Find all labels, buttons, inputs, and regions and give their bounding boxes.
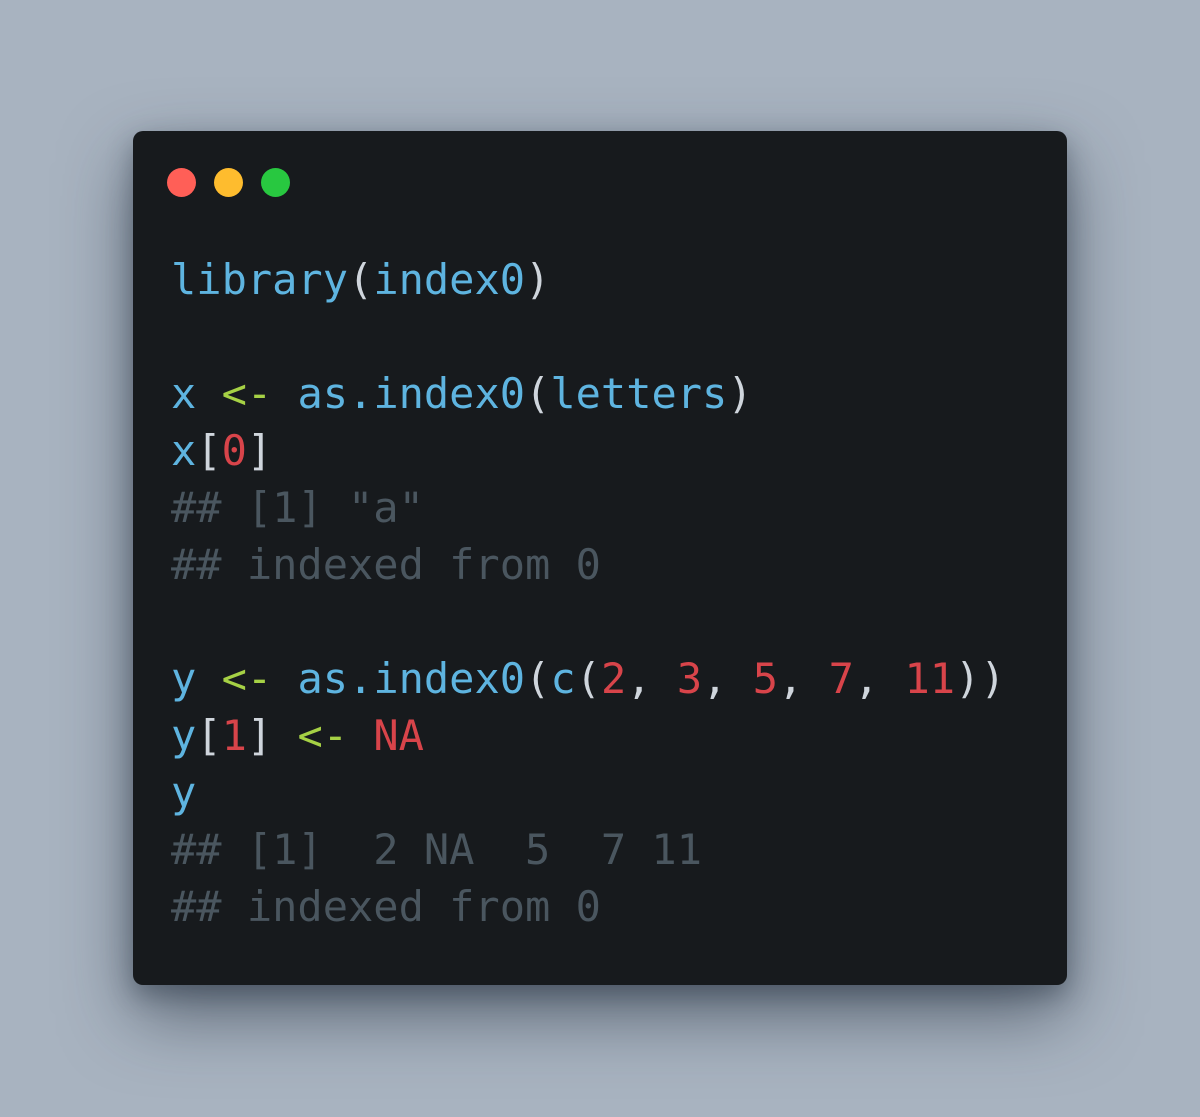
code-token-function: y	[171, 711, 197, 760]
code-line: library(index0)	[171, 251, 1006, 308]
code-line: ## [1] 2 NA 5 7 11	[171, 821, 1006, 878]
code-token-number: 0	[221, 426, 247, 475]
code-token-punctuation: ,	[853, 654, 905, 703]
close-button[interactable]	[167, 168, 196, 197]
code-token-number: 5	[752, 654, 778, 703]
code-token-punctuation: [	[196, 711, 222, 760]
window-controls	[167, 168, 290, 197]
code-line: x[0]	[171, 422, 1006, 479]
code-token-punctuation	[348, 711, 373, 760]
code-token-number: 2	[600, 654, 627, 703]
code-token-function: y	[171, 654, 197, 703]
code-line: y	[171, 764, 1006, 821]
code-token-number: NA	[373, 711, 424, 760]
code-token-punctuation: )	[727, 369, 753, 418]
code-token-comment: ## [1] "a"	[171, 483, 424, 532]
code-token-punctuation: ]	[246, 711, 273, 760]
code-token-number: 3	[676, 654, 703, 703]
code-token-comment: ## [1] 2 NA 5 7 11	[171, 825, 703, 874]
code-token-operator: <-	[221, 369, 273, 418]
code-token-comment: ## indexed from 0	[171, 882, 601, 931]
code-token-function: index0	[373, 255, 526, 304]
code-token-punctuation	[272, 369, 297, 418]
code-block: library(index0) x <- as.index0(letters) x[…	[171, 251, 1006, 935]
code-line: y <- as.index0(c(2, 3, 5, 7, 11))	[171, 650, 1006, 707]
code-line: x <- as.index0(letters)	[171, 365, 1006, 422]
code-token-number: 7	[828, 654, 854, 703]
code-token-operator: <-	[221, 654, 273, 703]
code-token-number: 1	[221, 711, 247, 760]
code-token-operator: <-	[297, 711, 349, 760]
code-token-comment: ## indexed from 0	[171, 540, 601, 589]
code-token-function: as.index0	[297, 369, 526, 418]
code-line: ## indexed from 0	[171, 536, 1006, 593]
code-token-punctuation	[196, 369, 221, 418]
code-token-number: 11	[904, 654, 956, 703]
code-token-function: as.index0	[297, 654, 526, 703]
code-token-function: x	[171, 369, 197, 418]
code-token-punctuation	[196, 654, 221, 703]
code-token-punctuation: ))	[955, 654, 1006, 703]
code-token-punctuation: ]	[246, 426, 273, 475]
zoom-button[interactable]	[261, 168, 290, 197]
code-line: ## [1] "a"	[171, 479, 1006, 536]
code-token-punctuation: (	[575, 654, 601, 703]
code-token-punctuation: [	[196, 426, 222, 475]
code-token-function: x	[171, 426, 197, 475]
code-token-punctuation: (	[525, 369, 551, 418]
code-token-punctuation: )	[525, 255, 551, 304]
code-token-punctuation: (	[525, 654, 551, 703]
code-token-punctuation	[272, 654, 297, 703]
minimize-button[interactable]	[214, 168, 243, 197]
code-token-function: library	[171, 255, 349, 304]
code-token-punctuation: ,	[626, 654, 677, 703]
code-line: y[1] <- NA	[171, 707, 1006, 764]
code-token-punctuation: (	[348, 255, 374, 304]
code-window: library(index0) x <- as.index0(letters) x[…	[133, 131, 1067, 985]
code-line: ## indexed from 0	[171, 878, 1006, 935]
code-token-function: c	[550, 654, 576, 703]
code-token-function: y	[171, 768, 197, 817]
code-token-punctuation: ,	[777, 654, 829, 703]
code-token-function: letters	[550, 369, 728, 418]
code-token-punctuation: ,	[702, 654, 753, 703]
code-token-punctuation	[272, 711, 297, 760]
